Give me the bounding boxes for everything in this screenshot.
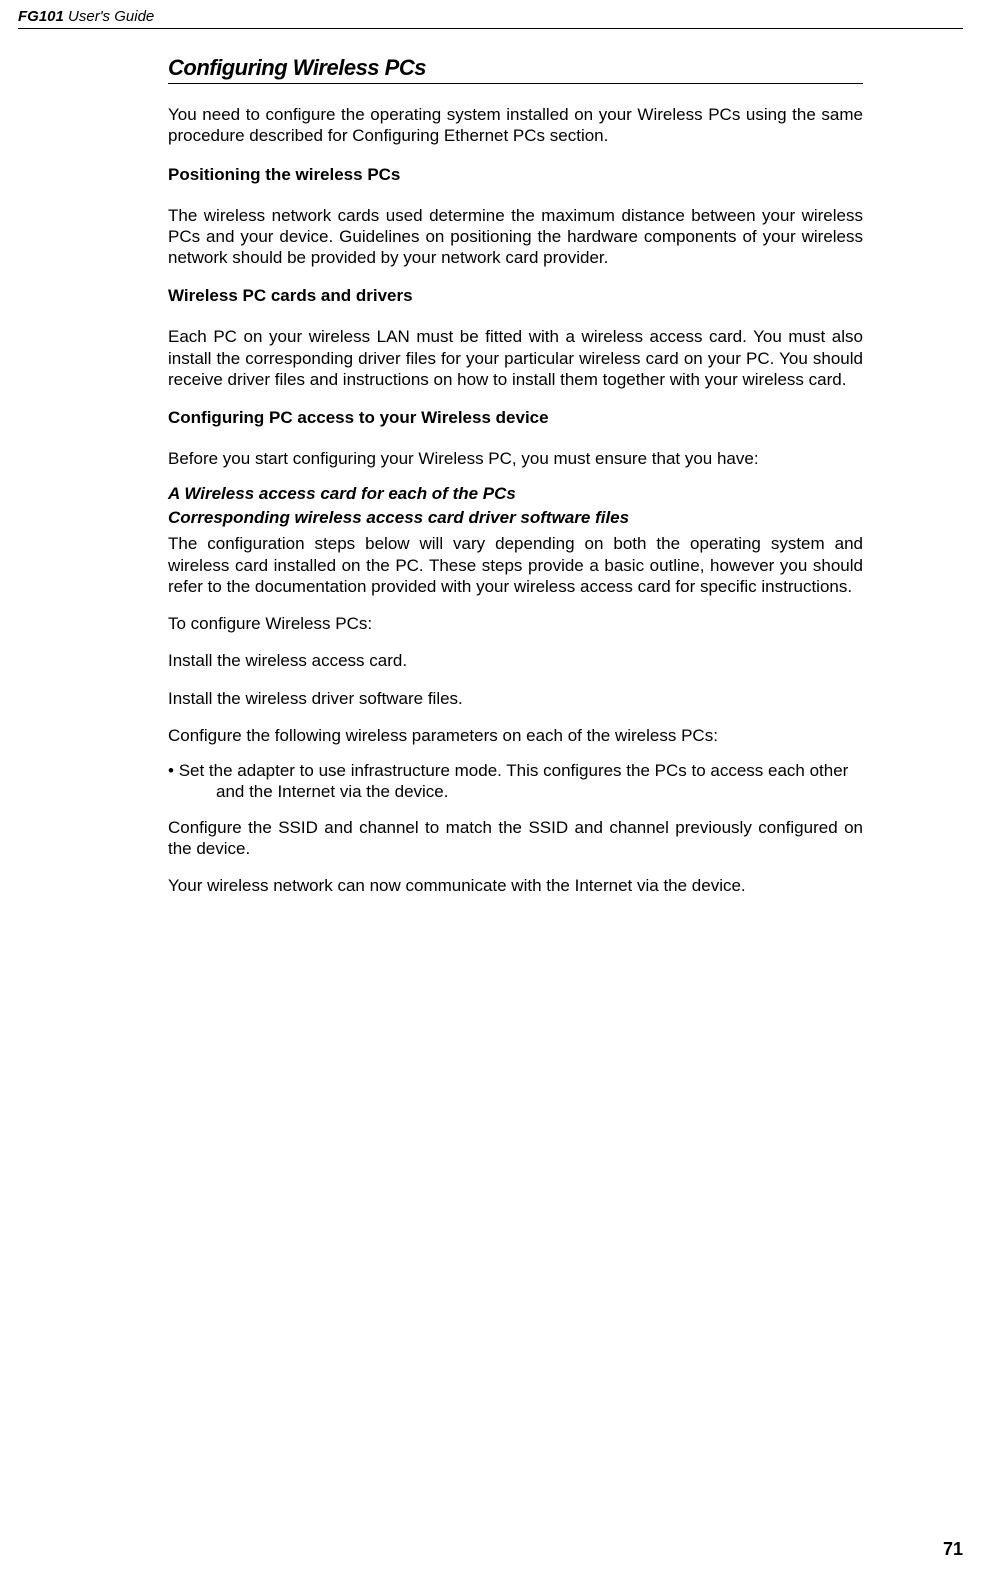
positioning-paragraph: The wireless network cards used determin… xyxy=(168,205,863,269)
step-2: Install the wireless driver software fil… xyxy=(168,688,863,709)
requirement-2: Corresponding wireless access card drive… xyxy=(168,507,863,529)
section-title: Configuring Wireless PCs xyxy=(168,55,863,84)
cards-drivers-paragraph: Each PC on your wireless LAN must be fit… xyxy=(168,326,863,390)
subheading-cards-drivers: Wireless PC cards and drivers xyxy=(168,286,863,306)
to-configure-label: To configure Wireless PCs: xyxy=(168,613,863,634)
config-steps-intro: The configuration steps below will vary … xyxy=(168,533,863,597)
requirement-1: A Wireless access card for each of the P… xyxy=(168,483,863,505)
product-name: FG101 xyxy=(18,8,64,25)
guide-label: User's Guide xyxy=(64,8,154,25)
main-content: Configuring Wireless PCs You need to con… xyxy=(168,55,863,896)
bullet-dot-icon: • xyxy=(168,761,179,780)
header-divider xyxy=(18,28,963,29)
bullet-infrastructure: • Set the adapter to use infrastructure … xyxy=(168,760,863,803)
header-text: FG101 User's Guide xyxy=(18,8,154,25)
step-3: Configure the following wireless paramet… xyxy=(168,725,863,746)
ssid-paragraph: Configure the SSID and channel to match … xyxy=(168,817,863,860)
page-number: 71 xyxy=(943,1539,963,1560)
intro-paragraph: You need to configure the operating syst… xyxy=(168,104,863,147)
bullet-text: Set the adapter to use infrastructure mo… xyxy=(179,761,849,801)
subheading-positioning: Positioning the wireless PCs xyxy=(168,165,863,185)
step-1: Install the wireless access card. xyxy=(168,650,863,671)
configuring-lead: Before you start configuring your Wirele… xyxy=(168,448,863,469)
final-paragraph: Your wireless network can now communicat… xyxy=(168,875,863,896)
subheading-configuring-access: Configuring PC access to your Wireless d… xyxy=(168,408,863,428)
